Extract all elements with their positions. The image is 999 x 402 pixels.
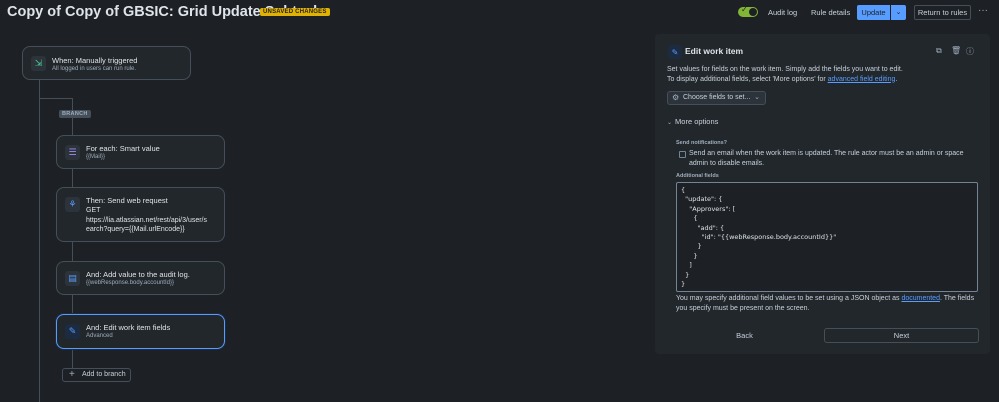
trigger-subtitle: All logged in users can run rule. [52, 66, 137, 72]
rule-enabled-toggle[interactable]: ✓ [738, 5, 758, 17]
hint-text: You may specify additional field values … [676, 295, 902, 302]
audit-log-subtitle: {{webResponse.body.accountId}} [86, 280, 174, 286]
header: Copy of Copy of GBSIC: Grid Update Subta… [0, 0, 999, 26]
web-request-url-1: https://lia.atlassian.net/rest/api/3/use… [86, 216, 208, 224]
web-request-body: GET https://lia.atlassian.net/rest/api/3… [86, 206, 216, 235]
trigger-icon: ⇲ [31, 56, 46, 71]
desc-line-2: To display additional fields, select 'Mo… [667, 75, 927, 85]
rule-canvas: ⇲ When: Manually triggered All logged in… [0, 30, 640, 402]
web-request-title: Then: Send web request [86, 196, 168, 205]
back-button[interactable]: Back [676, 328, 813, 343]
unsaved-changes-badge: UNSAVED CHANGES [260, 8, 330, 16]
branch-connector-h [39, 98, 72, 99]
rule-details-button[interactable]: Rule details [811, 5, 850, 20]
next-button[interactable]: Next [824, 328, 979, 343]
toggle-knob [749, 8, 757, 16]
edit-fields-subtitle: Advanced [86, 333, 113, 339]
main-connector [39, 80, 40, 402]
list-icon: ☰ [65, 145, 80, 160]
more-actions-icon[interactable]: ··· [978, 5, 988, 16]
additional-fields-label: Additional fields [676, 173, 719, 179]
edit-fields-card[interactable]: ✎ And: Edit work item fields Advanced [56, 314, 225, 349]
add-to-branch-label: Add to branch [82, 371, 126, 378]
edit-icon: ✎ [65, 324, 80, 339]
panel-description: Set values for fields on the work item. … [667, 65, 927, 84]
more-options-label: More options [675, 117, 719, 126]
chevron-down-icon: ⌄ [895, 9, 902, 16]
edit-icon: ✎ [668, 45, 682, 59]
add-to-branch-button[interactable]: + Add to branch [62, 368, 131, 382]
send-notifications-text: Send an email when the work item is upda… [689, 150, 964, 167]
edit-fields-title: And: Edit work item fields [86, 323, 171, 332]
web-request-method: GET [86, 207, 101, 214]
send-notifications-checkbox[interactable] [679, 151, 686, 158]
audit-log-title: And: Add value to the audit log. [86, 270, 190, 279]
audit-log-card[interactable]: ▤ And: Add value to the audit log. {{web… [56, 261, 225, 295]
more-options-toggle[interactable]: ⌄ More options [667, 117, 718, 126]
trigger-title: When: Manually triggered [52, 56, 138, 65]
advanced-field-editing-link[interactable]: advanced field editing [828, 76, 896, 83]
choose-fields-dropdown[interactable]: ⚙ Choose fields to set... ⌄ [667, 91, 766, 105]
additional-fields-json-input[interactable]: { "update": { "Approvers": [ { "add": { … [676, 182, 978, 292]
return-to-rules-button[interactable]: Return to rules [914, 5, 971, 20]
desc-line-2-text: To display additional fields, select 'Mo… [667, 75, 828, 83]
for-each-title: For each: Smart value [86, 144, 160, 153]
for-each-card[interactable]: ☰ For each: Smart value {{Mail}} [56, 135, 225, 169]
chevron-down-icon: ⌄ [667, 120, 673, 126]
documented-link[interactable]: documented [901, 295, 940, 302]
audit-log-button[interactable]: Audit log [768, 5, 797, 20]
trigger-card[interactable]: ⇲ When: Manually triggered All logged in… [22, 46, 191, 80]
desc-line-1: Set values for fields on the work item. … [667, 66, 903, 73]
web-request-card[interactable]: ⚘ Then: Send web request GET https://lia… [56, 187, 225, 242]
branch-badge: BRANCH [59, 110, 91, 118]
panel-title: Edit work item [685, 46, 744, 56]
plus-icon: + [69, 369, 75, 380]
document-icon: ▤ [65, 271, 80, 286]
edit-work-item-panel: ✎ Edit work item ⧉ 🗑 ⓘ Set values for fi… [655, 34, 990, 354]
check-icon: ✓ [741, 5, 748, 14]
update-options-button[interactable]: ⌄ [891, 5, 906, 20]
for-each-subtitle: {{Mail}} [86, 154, 106, 160]
update-button[interactable]: Update [857, 5, 890, 20]
web-request-url-2: earch?query={{Mail.urlEncode}} [86, 226, 185, 233]
additional-fields-hint: You may specify additional field values … [676, 294, 981, 313]
choose-fields-label: Choose fields to set... [683, 94, 751, 101]
webhook-icon: ⚘ [65, 197, 80, 212]
duplicate-icon[interactable]: ⧉ [936, 46, 942, 56]
help-icon[interactable]: ⓘ [966, 46, 974, 57]
gear-icon: ⚙ [672, 93, 680, 102]
chevron-down-icon: ⌄ [754, 94, 760, 101]
trash-icon[interactable]: 🗑 [951, 46, 961, 55]
desc-suffix: . [895, 75, 898, 83]
send-notifications-label: Send notifications? [676, 140, 728, 146]
